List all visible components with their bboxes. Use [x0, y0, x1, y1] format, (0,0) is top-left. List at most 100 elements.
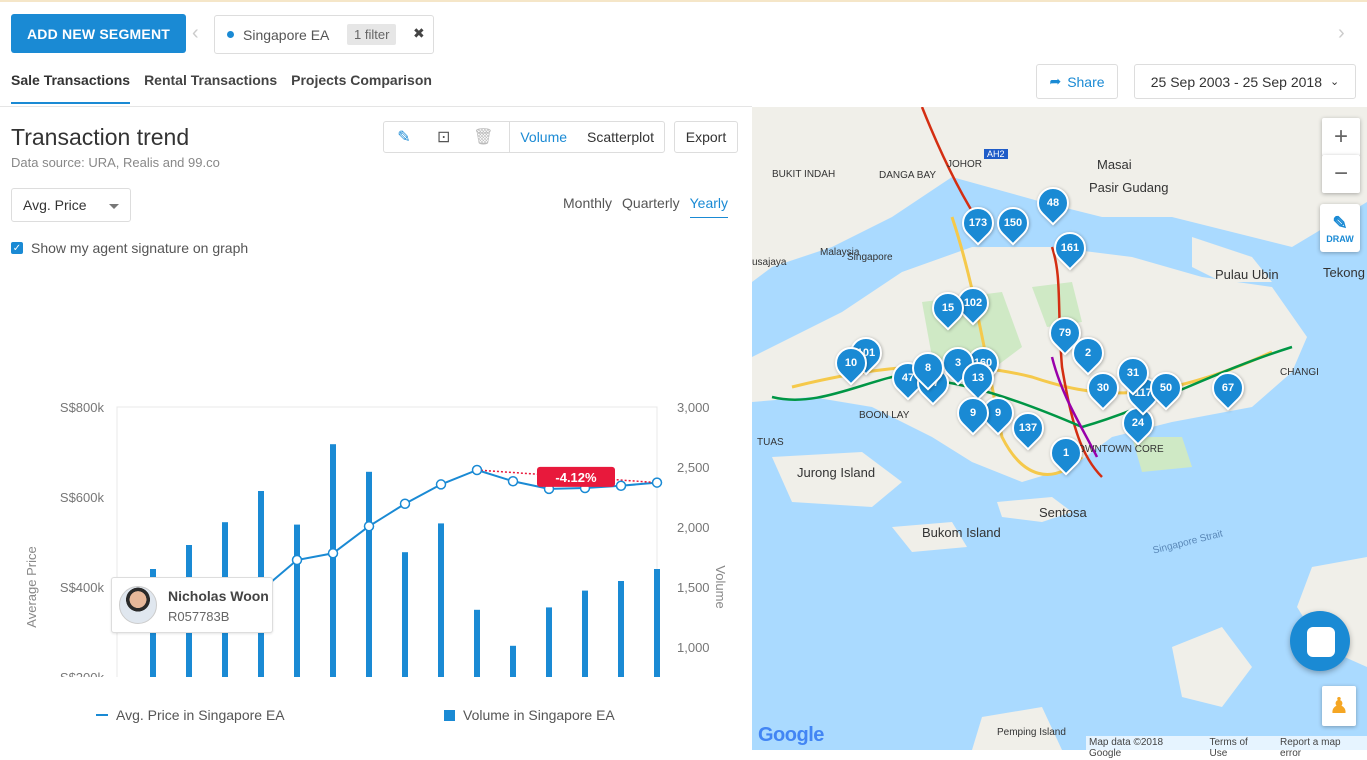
y-tick-label: S$600k [60, 490, 105, 505]
change-badge-label: -4.12% [555, 470, 597, 485]
volume-bar [582, 590, 588, 677]
pencil-icon: ✎ [1332, 212, 1348, 233]
chat-widget-button[interactable] [1290, 611, 1350, 671]
tab-sale-transactions[interactable]: Sale Transactions [11, 72, 131, 104]
period-quarterly[interactable]: Quarterly [622, 195, 680, 218]
y-tick-label: S$400k [60, 580, 105, 595]
period-monthly[interactable]: Monthly [563, 195, 612, 218]
map-place-label: TUAS [757, 437, 784, 448]
y2-tick-label: 2,500 [677, 460, 710, 475]
draw-button[interactable]: ✎ DRAW [1320, 204, 1360, 252]
legend-item-volume[interactable]: Volume in Singapore EA [444, 707, 615, 723]
map-marker-count: 9 [969, 407, 977, 419]
map-place-label: usajaya [752, 257, 787, 268]
map-marker-count: 10 [844, 357, 858, 369]
close-icon[interactable]: ✖ [413, 25, 425, 42]
text-box-icon[interactable]: ⊡ [424, 122, 464, 152]
add-new-segment-button[interactable]: ADD NEW SEGMENT [11, 14, 186, 53]
tab-projects-comparison[interactable]: Projects Comparison [291, 72, 432, 104]
map-marker-count: 15 [941, 302, 955, 314]
map-place-label: DANGA BAY [879, 170, 937, 181]
export-button[interactable]: Export [674, 121, 738, 153]
volume-bar [546, 607, 552, 677]
line-swatch [96, 714, 108, 716]
map-place-label: CHANGI [1280, 367, 1319, 378]
map-marker-count: 137 [1018, 422, 1038, 434]
pegman-icon[interactable]: ♟ [1322, 686, 1356, 726]
map-place-label: BOON LAY [859, 410, 910, 421]
volume-bar [366, 471, 372, 677]
agent-registration: R057783B [168, 609, 230, 624]
page-title: Transaction trend [11, 124, 190, 150]
scatterplot-toggle[interactable]: Scatterplot [577, 129, 664, 145]
segment-chip[interactable]: Singapore EA 1 filter ✖ [214, 15, 434, 54]
period-yearly[interactable]: Yearly [689, 195, 729, 218]
volume-toggle[interactable]: Volume [509, 122, 577, 152]
map-place-label: Masai [1097, 157, 1132, 172]
map-place-label: BUKIT INDAH [772, 169, 836, 180]
date-range-label: 25 Sep 2003 - 25 Sep 2018 [1150, 73, 1323, 90]
map-place-label: Sentosa [1039, 505, 1087, 520]
share-label: Share [1067, 73, 1105, 90]
metric-select[interactable]: Avg. Price [11, 188, 131, 222]
map-marker-count: 1 [1062, 447, 1070, 459]
volume-bar [294, 524, 300, 677]
segment-color-dot [227, 31, 234, 38]
metric-select-value: Avg. Price [23, 197, 87, 213]
price-point [435, 479, 447, 490]
draw-label: DRAW [1326, 233, 1354, 244]
zoom-out-button[interactable]: − [1322, 155, 1360, 193]
map-place-label: JOHOR [947, 159, 982, 170]
legend-item-price[interactable]: Avg. Price in Singapore EA [96, 707, 444, 723]
filter-count-badge[interactable]: 1 filter [347, 24, 397, 45]
map-place-label: AH2 [984, 149, 1008, 159]
map-marker-count: 67 [1221, 382, 1235, 394]
tab-rental-transactions[interactable]: Rental Transactions [144, 72, 277, 104]
map-view[interactable]: JOHOR BUKIT INDAH DANGA BAY Masai Pasir Guda… [752, 107, 1367, 750]
volume-bar [618, 581, 624, 677]
minus-icon: − [1333, 160, 1348, 187]
y2-axis-label: Volume [713, 565, 728, 608]
agent-signature-checkbox[interactable]: ✓ Show my agent signature on graph [11, 240, 248, 256]
price-point [363, 521, 375, 532]
map-marker-count: 13 [971, 372, 985, 384]
terms-link[interactable]: Terms of Use [1209, 737, 1268, 759]
avatar [119, 586, 157, 624]
bar-swatch [444, 709, 455, 721]
main-tabs: Sale Transactions Rental Transactions Pr… [11, 72, 432, 104]
map-data-text: Map data ©2018 Google [1089, 737, 1164, 759]
y2-tick-label: 1,000 [677, 640, 710, 655]
chevron-left-icon[interactable]: ‹ [192, 22, 199, 45]
y-tick-label: S$800k [60, 400, 105, 415]
map-place-label: Bukom Island [922, 525, 1001, 540]
zoom-in-button[interactable]: + [1322, 118, 1360, 156]
agent-signature-card: Nicholas Woon R057783B [111, 577, 273, 633]
map-marker-count: 8 [924, 362, 932, 374]
map-marker-count: 79 [1058, 327, 1072, 339]
map-marker-count: 150 [1003, 217, 1023, 229]
map-marker-count: 31 [1126, 367, 1140, 379]
map-marker-count: 173 [968, 217, 988, 229]
chevron-right-icon[interactable]: › [1338, 22, 1345, 45]
google-logo: Google [758, 724, 824, 746]
share-button[interactable]: ➦ Share [1036, 64, 1118, 99]
map-place-label: Pemping Island [997, 727, 1066, 738]
price-point [615, 480, 627, 491]
report-error-link[interactable]: Report a map error [1280, 737, 1364, 759]
agent-signature-label: Show my agent signature on graph [31, 240, 249, 256]
date-range-select[interactable]: 25 Sep 2003 - 25 Sep 2018 ⌄ [1134, 64, 1356, 99]
volume-bar [402, 552, 408, 677]
map-marker-count: 2 [1084, 347, 1092, 359]
price-point [471, 464, 483, 476]
trash-icon[interactable]: 🗑 [464, 122, 504, 152]
map-place-label: Tekong [1323, 265, 1365, 280]
period-tabs: Monthly Quarterly Yearly [563, 195, 729, 218]
map-place-label: DOWNTOWN CORE [1070, 444, 1164, 455]
caret-down-icon [109, 204, 119, 209]
volume-bar [474, 609, 480, 677]
map-place-label: Pulau Ubin [1215, 267, 1279, 282]
plus-icon: + [1333, 123, 1348, 150]
checkbox-checked-icon[interactable]: ✓ [11, 242, 23, 254]
y2-tick-label: 3,000 [677, 400, 710, 415]
pencil-icon[interactable]: ✎ [384, 122, 424, 152]
